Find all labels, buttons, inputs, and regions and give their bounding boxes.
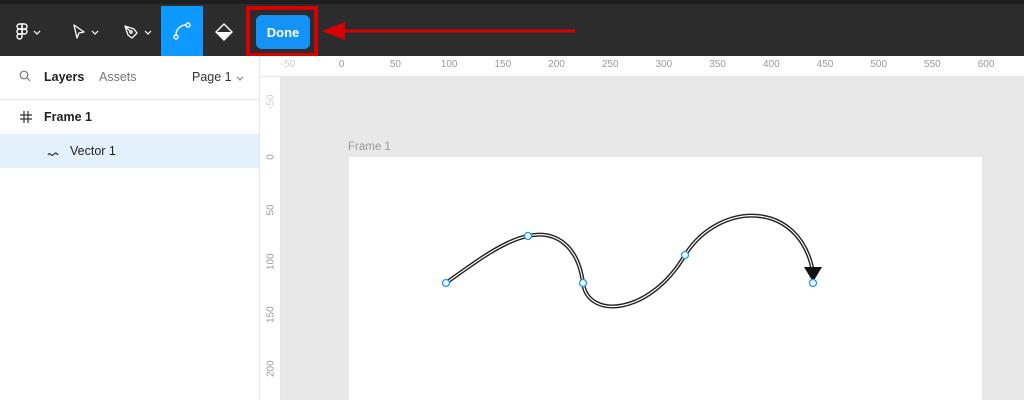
toolbar: Done [0, 0, 1024, 57]
vertical-ruler: -50 0 50 100 150 200 [260, 77, 281, 400]
ruler-tick-label: 50 [389, 59, 401, 70]
page-name: Page 1 [192, 70, 232, 84]
ruler-tick-label: 550 [924, 59, 941, 70]
done-highlight-box: Done [246, 6, 318, 57]
chevron-down-icon [91, 30, 99, 35]
anchor-point[interactable] [441, 278, 451, 288]
horizontal-ruler: -50 0 50 100 150 200 250 300 350 400 450 500 550 600 [260, 56, 1024, 77]
layers-panel: Layers Assets Page 1 Frame 1 Vector 1 [0, 56, 260, 400]
layer-label: Frame 1 [44, 110, 92, 124]
move-tool-button[interactable] [72, 8, 99, 56]
layer-row-frame[interactable]: Frame 1 [0, 100, 259, 134]
ruler-tick-label: -50 [265, 94, 277, 109]
frame-hash-icon [20, 111, 32, 126]
ruler-tick-label: -50 [280, 59, 296, 70]
figma-logo-icon [16, 23, 28, 41]
bend-tool-button[interactable] [161, 6, 203, 56]
paint-bucket-icon [215, 23, 233, 41]
ruler-tick-label: 450 [816, 59, 834, 70]
paint-bucket-button[interactable] [215, 8, 233, 56]
layer-row-vector[interactable]: Vector 1 [0, 134, 259, 168]
ruler-tick-label: 400 [762, 59, 780, 70]
vector-path-icon [47, 147, 59, 161]
pen-nib-icon [123, 24, 139, 40]
done-button[interactable]: Done [256, 15, 310, 49]
tab-assets[interactable]: Assets [99, 70, 137, 84]
ruler-tick-label: 150 [265, 306, 277, 323]
bend-path-icon [172, 21, 192, 41]
anchor-point[interactable] [680, 250, 690, 260]
panel-tabs: Layers Assets Page 1 [0, 56, 259, 100]
ruler-tick-label: 200 [548, 59, 565, 70]
anchor-point[interactable] [523, 231, 533, 241]
frame-label[interactable]: Frame 1 [348, 141, 391, 153]
ruler-tick-label: 100 [265, 252, 277, 270]
anchor-point[interactable] [808, 278, 818, 288]
chevron-down-icon [144, 30, 152, 35]
ruler-tick-label: 500 [870, 59, 888, 70]
ruler-tick-label: 50 [265, 204, 277, 216]
layer-label: Vector 1 [70, 144, 116, 158]
search-icon[interactable] [19, 70, 31, 85]
ruler-tick-label: 150 [494, 59, 512, 70]
anchor-point[interactable] [578, 278, 588, 288]
ruler-tick-label: 200 [265, 359, 277, 377]
arrow-cursor-icon [72, 24, 86, 40]
chevron-down-icon [232, 70, 244, 84]
tab-layers[interactable]: Layers [44, 70, 84, 84]
ruler-tick-label: 250 [601, 59, 619, 70]
chevron-down-icon [33, 30, 41, 35]
pen-tool-button[interactable] [123, 8, 152, 56]
ruler-tick-label: 0 [338, 59, 345, 70]
toolbar-top-edge [0, 0, 1024, 4]
page-selector[interactable]: Page 1 [192, 70, 244, 84]
ruler-tick-label: 0 [265, 153, 277, 160]
ruler-tick-label: 300 [655, 59, 673, 70]
main-menu-button[interactable] [16, 8, 41, 56]
ruler-tick-label: 600 [977, 59, 995, 70]
ruler-tick-label: 100 [440, 59, 458, 70]
ruler-tick-label: 350 [709, 59, 726, 70]
